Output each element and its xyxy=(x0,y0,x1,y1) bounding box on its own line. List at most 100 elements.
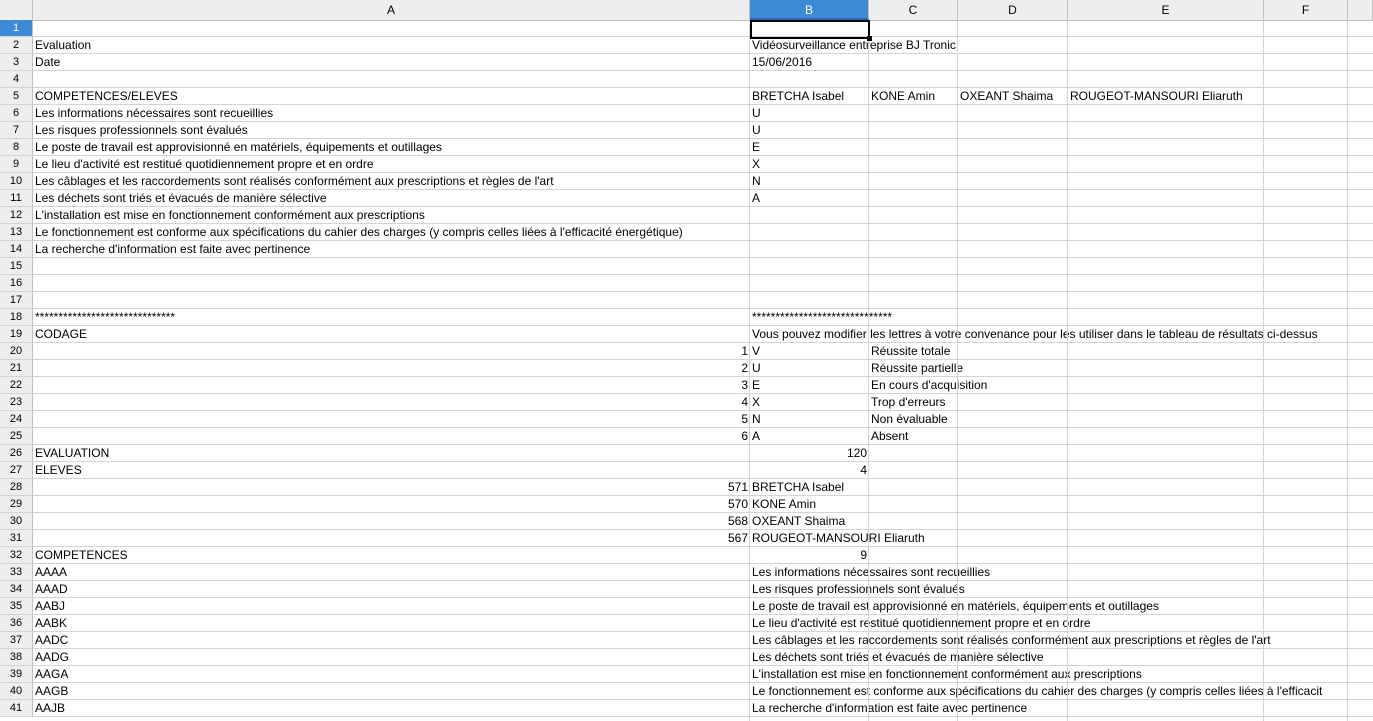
cell-a38[interactable]: AADG xyxy=(33,649,71,666)
row-header-6[interactable]: 6 xyxy=(0,105,33,122)
spreadsheet-grid[interactable]: ABCDEF 1 2 Evaluation Vidéosurveillance ent… xyxy=(0,0,1373,721)
cell-a37[interactable]: AADC xyxy=(33,632,70,649)
row-header-39[interactable]: 39 xyxy=(0,666,33,683)
column-header-e[interactable]: E xyxy=(1068,0,1264,20)
cell-a39[interactable]: AAGA xyxy=(33,666,70,683)
row-header-35[interactable]: 35 xyxy=(0,598,33,615)
cell-b31[interactable]: ROUGEOT-MANSOURI Eliaruth xyxy=(750,530,927,547)
cell-b20[interactable]: V xyxy=(750,343,762,360)
row-header-13[interactable]: 13 xyxy=(0,224,33,241)
cell-b5[interactable]: BRETCHA Isabel xyxy=(750,88,846,105)
row-header-33[interactable]: 33 xyxy=(0,564,33,581)
row-header-18[interactable]: 18 xyxy=(0,309,33,326)
cell-b23[interactable]: X xyxy=(750,394,762,411)
cell-a6[interactable]: Les informations nécessaires sont recuei… xyxy=(33,105,275,122)
cell-b32[interactable]: 9 xyxy=(750,547,869,564)
cell-b29[interactable]: KONE Amin xyxy=(750,496,818,513)
cell-c20[interactable]: Réussite totale xyxy=(869,343,952,360)
column-header-c[interactable]: C xyxy=(869,0,958,20)
row-header-41[interactable]: 41 xyxy=(0,700,33,717)
cell-b34[interactable]: Les risques professionnels sont évalués xyxy=(750,581,967,598)
cell-b28[interactable]: BRETCHA Isabel xyxy=(750,479,846,496)
cell-a41[interactable]: AAJB xyxy=(33,700,67,717)
row-header-16[interactable]: 16 xyxy=(0,275,33,292)
row-header-40[interactable]: 40 xyxy=(0,683,33,700)
cell-b19[interactable]: Vous pouvez modifier les lettres à votre… xyxy=(750,326,1320,343)
cell-a36[interactable]: AABK xyxy=(33,615,69,632)
cell-c24[interactable]: Non évaluable xyxy=(869,411,950,428)
cell-a33[interactable]: AAAA xyxy=(33,564,69,581)
row-header-34[interactable]: 34 xyxy=(0,581,33,598)
cell-c21[interactable]: Réussite partielle xyxy=(869,360,965,377)
cell-b41[interactable]: La recherche d'information est faite ave… xyxy=(750,700,1029,717)
column-header-next[interactable] xyxy=(1348,0,1373,20)
cell-b22[interactable]: E xyxy=(750,377,762,394)
cell-a31[interactable]: 567 xyxy=(33,530,750,547)
cell-b9[interactable]: X xyxy=(750,156,762,173)
cell-a30[interactable]: 568 xyxy=(33,513,750,530)
cell-b39[interactable]: L'installation est mise en fonctionnemen… xyxy=(750,666,1144,683)
row-header-3[interactable]: 3 xyxy=(0,54,33,71)
row-header-22[interactable]: 22 xyxy=(0,377,33,394)
row-header-20[interactable]: 20 xyxy=(0,343,33,360)
cell-a29[interactable]: 570 xyxy=(33,496,750,513)
row-header-28[interactable]: 28 xyxy=(0,479,33,496)
row-header-27[interactable]: 27 xyxy=(0,462,33,479)
row-header-17[interactable]: 17 xyxy=(0,292,33,309)
cell-a23[interactable]: 4 xyxy=(33,394,750,411)
cell-b3[interactable]: 15/06/2016 xyxy=(750,54,814,71)
cell-b25[interactable]: A xyxy=(750,428,762,445)
column-header-a[interactable]: A xyxy=(33,0,750,20)
cell-b37[interactable]: Les câblages et les raccordements sont r… xyxy=(750,632,1273,649)
row-header-14[interactable]: 14 xyxy=(0,241,33,258)
row-header-2[interactable]: 2 xyxy=(0,37,33,54)
cell-b26[interactable]: 120 xyxy=(750,445,869,462)
cell-a9[interactable]: Le lieu d'activité est restitué quotidie… xyxy=(33,156,376,173)
row-header-21[interactable]: 21 xyxy=(0,360,33,377)
column-header-d[interactable]: D xyxy=(958,0,1068,20)
cell-a32[interactable]: COMPETENCES xyxy=(33,547,130,564)
row-header-24[interactable]: 24 xyxy=(0,411,33,428)
cell-b8[interactable]: E xyxy=(750,139,762,156)
cell-b10[interactable]: N xyxy=(750,173,763,190)
row-header-32[interactable]: 32 xyxy=(0,547,33,564)
row-header-38[interactable]: 38 xyxy=(0,649,33,666)
row-header-19[interactable]: 19 xyxy=(0,326,33,343)
cell-a2[interactable]: Evaluation xyxy=(33,37,93,54)
cell-b36[interactable]: Le lieu d'activité est restitué quotidie… xyxy=(750,615,1093,632)
row-header-5[interactable]: 5 xyxy=(0,88,33,105)
column-header-f[interactable]: F xyxy=(1264,0,1348,20)
cell-a5[interactable]: COMPETENCES/ELEVES xyxy=(33,88,180,105)
cell-a13[interactable]: Le fonctionnement est conforme aux spéci… xyxy=(33,224,685,241)
cell-a8[interactable]: Le poste de travail est approvisionné en… xyxy=(33,139,444,156)
cell-b11[interactable]: A xyxy=(750,190,762,207)
cell-c5[interactable]: KONE Amin xyxy=(869,88,937,105)
row-header-4[interactable]: 4 xyxy=(0,71,33,88)
cell-a28[interactable]: 571 xyxy=(33,479,750,496)
row-header-8[interactable]: 8 xyxy=(0,139,33,156)
cell-b6[interactable]: U xyxy=(750,105,763,122)
cell-a25[interactable]: 6 xyxy=(33,428,750,445)
cell-a27[interactable]: ELEVES xyxy=(33,462,84,479)
cell-c22[interactable]: En cours d'acquisition xyxy=(869,377,989,394)
cell-a24[interactable]: 5 xyxy=(33,411,750,428)
cell-b7[interactable]: U xyxy=(750,122,763,139)
cell-b30[interactable]: OXEANT Shaima xyxy=(750,513,847,530)
cell-b27[interactable]: 4 xyxy=(750,462,869,479)
cell-d5[interactable]: OXEANT Shaima xyxy=(958,88,1055,105)
row-header-10[interactable]: 10 xyxy=(0,173,33,190)
cell-a3[interactable]: Date xyxy=(33,54,62,71)
cell-a14[interactable]: La recherche d'information est faite ave… xyxy=(33,241,312,258)
cell-b2[interactable]: Vidéosurveillance entreprise BJ Tronic xyxy=(750,37,958,54)
row-header-25[interactable]: 25 xyxy=(0,428,33,445)
row-header-26[interactable]: 26 xyxy=(0,445,33,462)
cell-a34[interactable]: AAAD xyxy=(33,581,70,598)
cell-b38[interactable]: Les déchets sont triés et évacués de man… xyxy=(750,649,1046,666)
cell-a10[interactable]: Les câblages et les raccordements sont r… xyxy=(33,173,556,190)
row-header-23[interactable]: 23 xyxy=(0,394,33,411)
row-header-30[interactable]: 30 xyxy=(0,513,33,530)
row-header-11[interactable]: 11 xyxy=(0,190,33,207)
cell-a21[interactable]: 2 xyxy=(33,360,750,377)
cell-b21[interactable]: U xyxy=(750,360,763,377)
cell-b18[interactable]: ****************************** xyxy=(750,309,894,326)
